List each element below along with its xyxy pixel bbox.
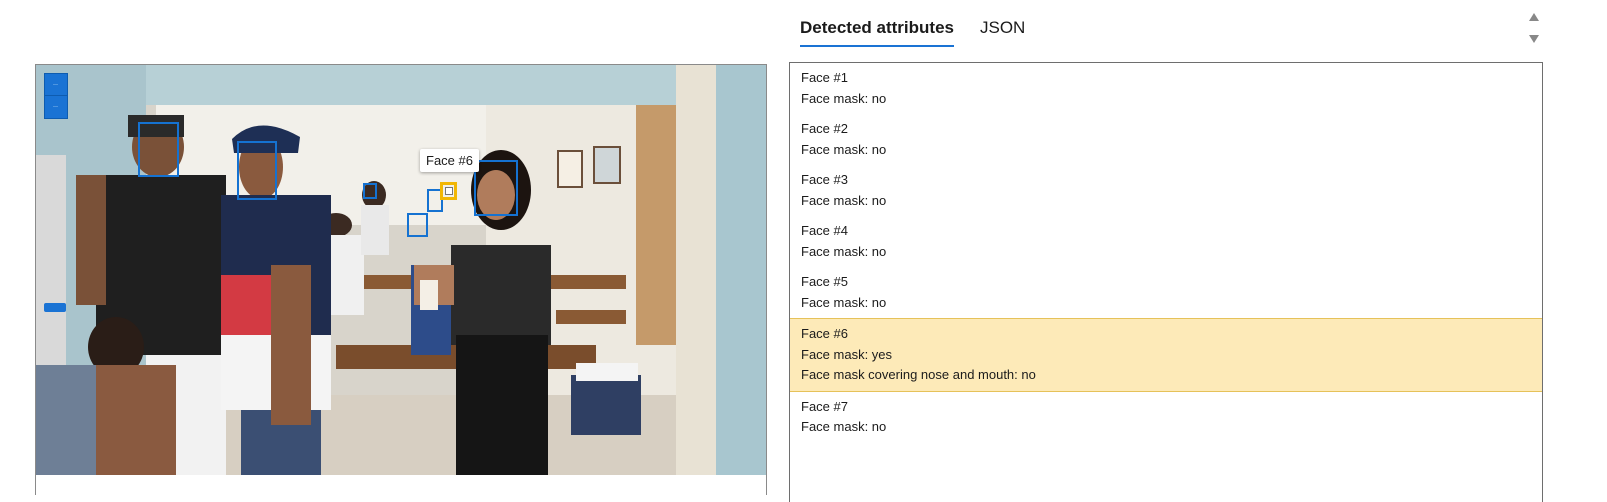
face-box-4[interactable]: [407, 213, 428, 237]
face-box-2[interactable]: [237, 141, 277, 200]
face-entry-4[interactable]: Face #4 Face mask: no: [790, 216, 1542, 267]
results-tabs: Detected attributes JSON: [800, 16, 1025, 47]
face-entry-attribute: Face mask: no: [801, 141, 887, 157]
scroll-up-icon[interactable]: [1529, 13, 1539, 21]
face-entry-title: Face #6: [801, 326, 848, 341]
tab-detected-attributes[interactable]: Detected attributes: [800, 16, 954, 47]
face-entry-1[interactable]: Face #1 Face mask: no: [790, 63, 1542, 114]
face-entry-attribute: Face mask: no: [801, 192, 887, 208]
face-entry-7[interactable]: Face #7 Face mask: no: [790, 392, 1542, 443]
face-entry-attribute: Face mask: no: [801, 419, 887, 434]
face-entry-title: Face #5: [801, 274, 848, 289]
face-tooltip: Face #6: [420, 149, 479, 172]
face-entry-title: Face #2: [801, 121, 848, 136]
face-entry-attribute: Face mask covering nose and mouth: no: [801, 367, 1036, 382]
face-box-6-selected[interactable]: [440, 182, 457, 200]
face-entry-title: Face #4: [801, 223, 848, 238]
face-box-1[interactable]: [138, 122, 179, 177]
face-entry-6-selected[interactable]: Face #6 Face mask: yes Face mask coverin…: [790, 318, 1542, 392]
photo: Face #6: [36, 65, 766, 475]
face-entry-title: Face #7: [801, 398, 848, 414]
scroll-down-icon[interactable]: [1529, 35, 1539, 43]
face-entry-2[interactable]: Face #2 Face mask: no: [790, 114, 1542, 165]
face-entry-attribute: Face mask: no: [801, 294, 887, 310]
zoom-out-button[interactable]: [44, 95, 68, 119]
face-entry-3[interactable]: Face #3 Face mask: no: [790, 165, 1542, 216]
face-entry-title: Face #3: [801, 172, 848, 187]
zoom-in-button[interactable]: [44, 73, 68, 97]
face-entry-attribute: Face mask: no: [801, 90, 887, 106]
zoom-slider-handle[interactable]: [44, 303, 66, 312]
face-box-7[interactable]: [474, 160, 518, 216]
detected-attributes-list[interactable]: Face #1 Face mask: no Face #2 Face mask:…: [789, 62, 1543, 502]
face-entry-attribute: Face mask: yes: [801, 346, 893, 362]
face-box-3[interactable]: [363, 183, 377, 199]
image-panel: Face #6: [35, 64, 767, 495]
face-entry-title: Face #1: [801, 70, 848, 85]
tab-json[interactable]: JSON: [980, 16, 1025, 47]
face-entry-attribute: Face mask: no: [801, 243, 887, 259]
face-entry-5[interactable]: Face #5 Face mask: no: [790, 267, 1542, 318]
